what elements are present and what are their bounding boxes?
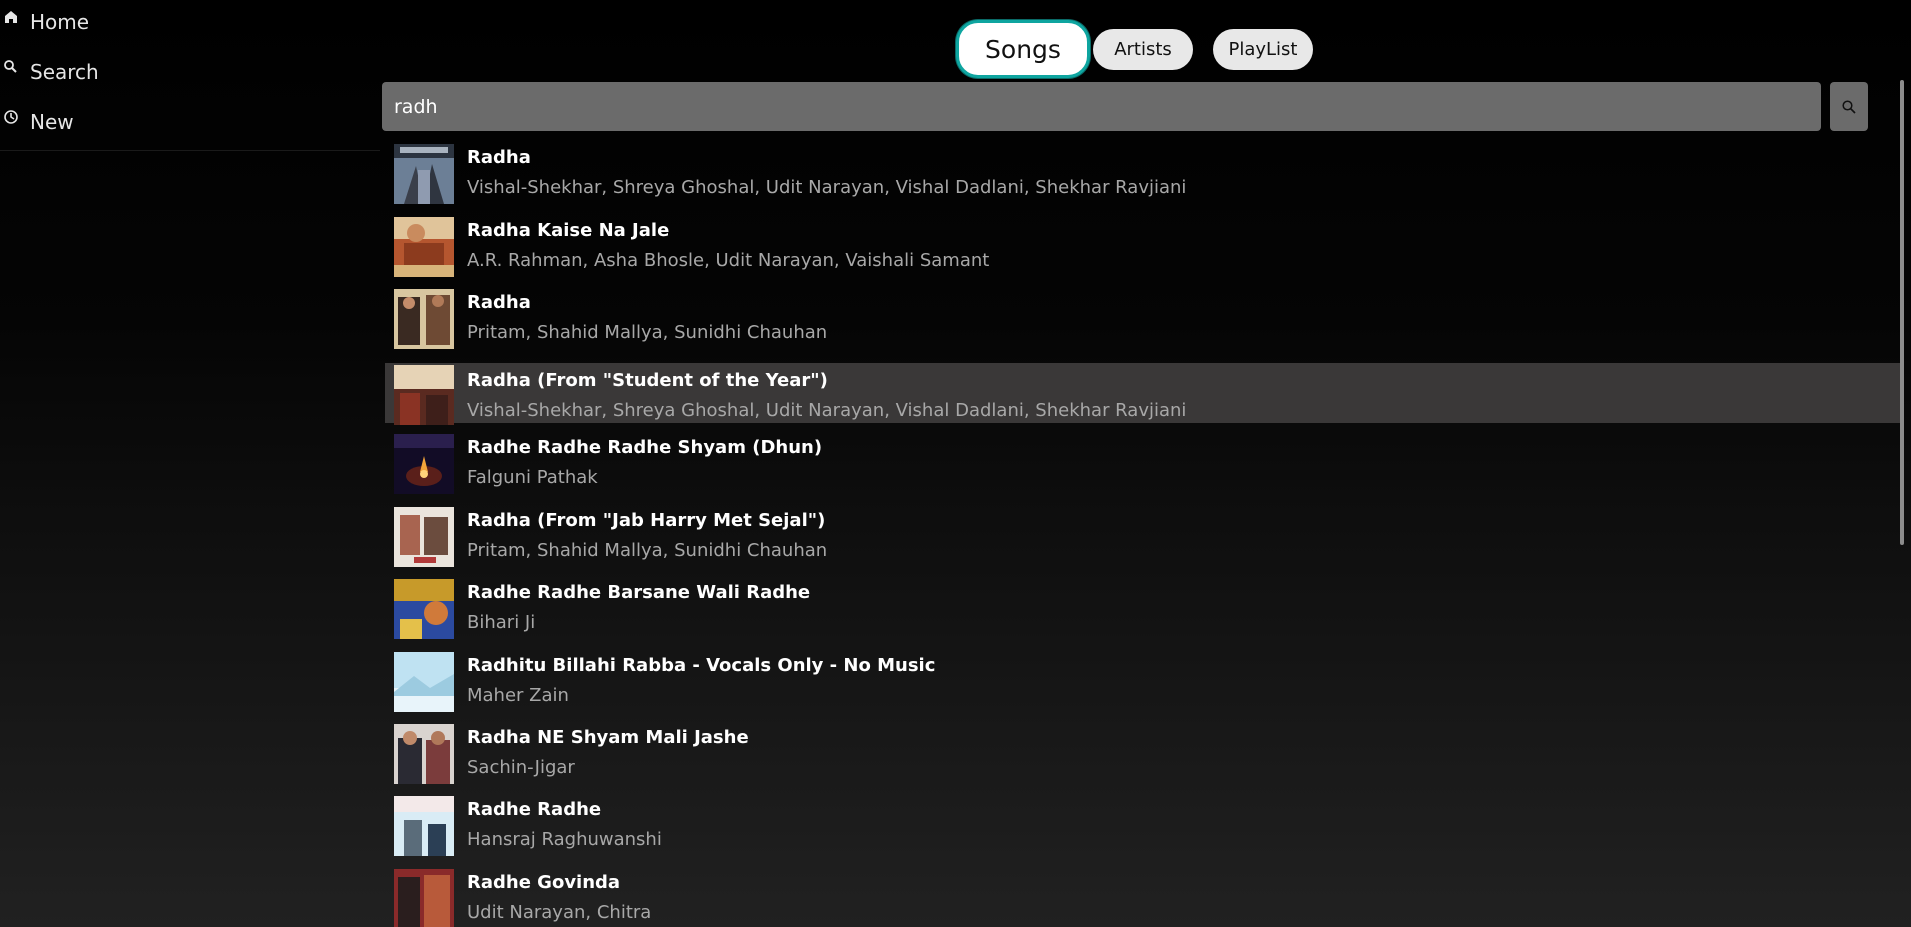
album-art — [394, 579, 454, 639]
song-artists: Vishal-Shekhar, Shreya Ghoshal, Udit Nar… — [467, 400, 1187, 421]
album-art — [394, 869, 454, 927]
song-title: Radhe Radhe Radhe Shyam (Dhun) — [467, 437, 823, 458]
tab-artists[interactable]: Artists — [1093, 29, 1193, 70]
list-item[interactable]: Radha (From "Student of the Year") Visha… — [385, 363, 1900, 425]
song-title: Radha (From "Student of the Year") — [467, 370, 828, 391]
song-title: Radha — [467, 292, 531, 313]
list-item[interactable]: Radha NE Shyam Mali Jashe Sachin-Jigar — [385, 720, 1900, 784]
album-art — [394, 217, 454, 277]
results-list: Radha Vishal-Shekhar, Shreya Ghoshal, Ud… — [385, 140, 1900, 927]
sidebar: Home Search New — [0, 0, 380, 151]
song-artists: Falguni Pathak — [467, 467, 598, 488]
list-item[interactable]: Radha Vishal-Shekhar, Shreya Ghoshal, Ud… — [385, 140, 1900, 204]
song-title: Radhe Govinda — [467, 872, 621, 893]
song-title: Radhe Radhe — [467, 799, 602, 820]
list-item[interactable]: Radhe Radhe Radhe Shyam (Dhun) Falguni P… — [385, 430, 1900, 494]
song-artists: Hansraj Raghuwanshi — [467, 829, 662, 850]
song-artists: Udit Narayan, Chitra — [467, 902, 652, 923]
song-artists: Vishal-Shekhar, Shreya Ghoshal, Udit Nar… — [467, 177, 1187, 198]
clock-icon — [4, 110, 18, 124]
album-art — [394, 652, 454, 712]
album-art — [394, 507, 454, 567]
search-icon — [4, 60, 17, 73]
album-art — [394, 796, 454, 856]
list-item[interactable]: Radhitu Billahi Rabba - Vocals Only - No… — [385, 648, 1900, 712]
home-icon — [5, 11, 17, 23]
song-artists: A.R. Rahman, Asha Bhosle, Udit Narayan, … — [467, 250, 990, 271]
song-artists: Pritam, Shahid Mallya, Sunidhi Chauhan — [467, 540, 828, 561]
song-artists: Pritam, Shahid Mallya, Sunidhi Chauhan — [467, 322, 828, 343]
list-item[interactable]: Radha Kaise Na Jale A.R. Rahman, Asha Bh… — [385, 213, 1900, 277]
sidebar-item-label: New — [30, 110, 74, 134]
song-artists: Maher Zain — [467, 685, 569, 706]
search-icon — [1842, 99, 1856, 114]
tab-songs[interactable]: Songs — [956, 20, 1090, 78]
album-art — [394, 434, 454, 494]
song-title: Radhitu Billahi Rabba - Vocals Only - No… — [467, 655, 936, 676]
song-title: Radhe Radhe Barsane Wali Radhe — [467, 582, 811, 603]
list-item[interactable]: Radha Pritam, Shahid Mallya, Sunidhi Cha… — [385, 285, 1900, 349]
song-title: Radha NE Shyam Mali Jashe — [467, 727, 749, 748]
song-title: Radha — [467, 147, 531, 168]
album-art — [394, 724, 454, 784]
song-artists: Bihari Ji — [467, 612, 536, 633]
song-title: Radha Kaise Na Jale — [467, 220, 670, 241]
list-item[interactable]: Radhe Govinda Udit Narayan, Chitra — [385, 865, 1900, 927]
tab-playlist[interactable]: PlayList — [1213, 29, 1313, 70]
album-art — [394, 144, 454, 204]
list-item[interactable]: Radhe Radhe Hansraj Raghuwanshi — [385, 792, 1900, 856]
song-artists: Sachin-Jigar — [467, 757, 575, 778]
list-item[interactable]: Radhe Radhe Barsane Wali Radhe Bihari Ji — [385, 575, 1900, 639]
search-input[interactable] — [382, 82, 1821, 131]
album-art — [394, 289, 454, 349]
album-art — [394, 365, 454, 425]
search-button[interactable] — [1830, 82, 1868, 131]
sidebar-item-label: Home — [30, 10, 90, 34]
results-scrollbar[interactable] — [1900, 80, 1904, 545]
sidebar-item-label: Search — [30, 60, 99, 84]
list-item[interactable]: Radha (From "Jab Harry Met Sejal") Prita… — [385, 503, 1900, 567]
music-app: Home Search New Songs Artists PlayList r… — [0, 0, 1911, 927]
song-title: Radha (From "Jab Harry Met Sejal") — [467, 510, 826, 531]
